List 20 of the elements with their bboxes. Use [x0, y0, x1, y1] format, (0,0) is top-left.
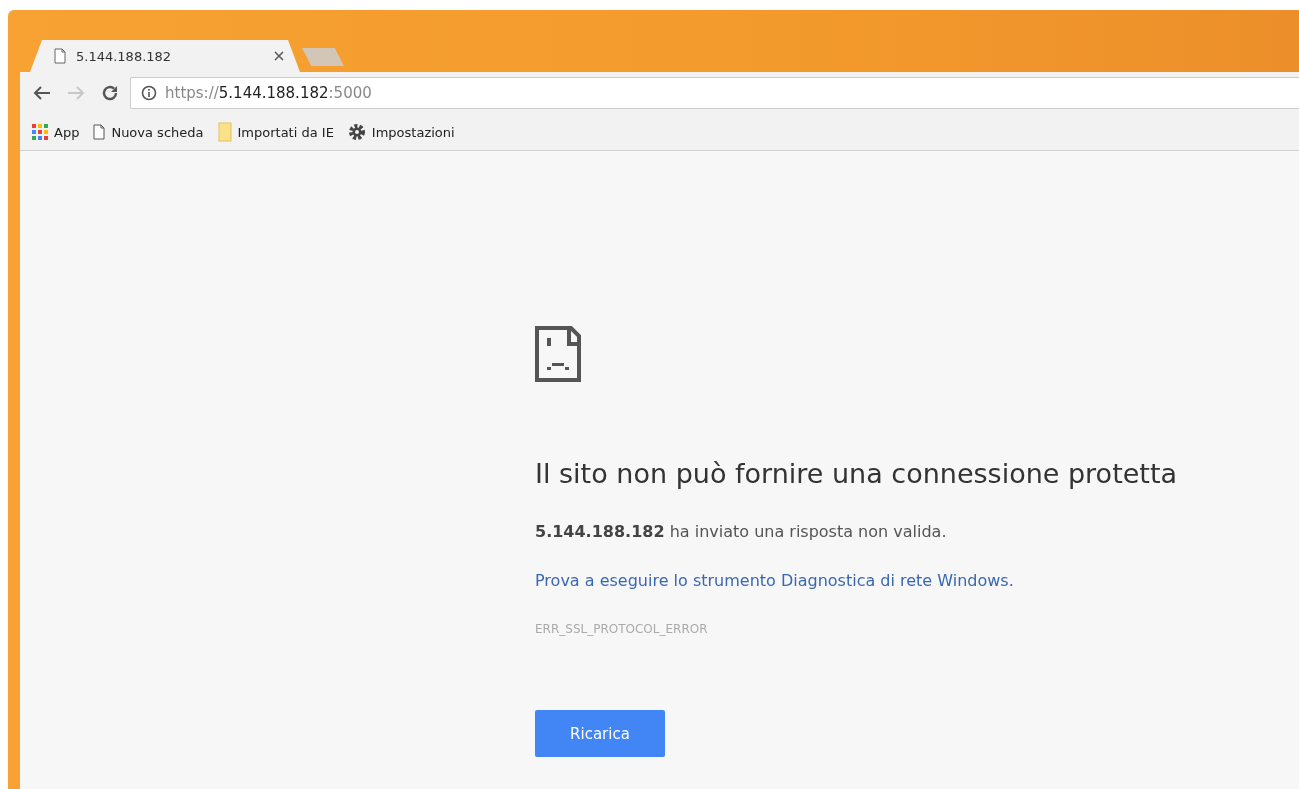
bookmark-item[interactable]: Nuova scheda — [93, 124, 204, 140]
url-text: https://5.144.188.182:5000 — [165, 84, 372, 102]
browser-tab[interactable]: 5.144.188.182 — [30, 40, 300, 72]
bookmark-item[interactable]: Importati da IE — [217, 122, 334, 142]
page-icon — [54, 48, 66, 64]
error-code: ERR_SSL_PROTOCOL_ERROR — [535, 622, 709, 636]
close-icon[interactable] — [274, 51, 284, 61]
reload-button[interactable]: Ricarica — [535, 710, 665, 757]
bookmark-item[interactable]: App — [32, 124, 80, 140]
sad-page-icon — [535, 326, 581, 382]
gear-icon — [347, 123, 366, 141]
folder-icon — [217, 122, 232, 142]
apps-grid-icon — [32, 124, 48, 140]
info-icon — [141, 85, 157, 101]
address-bar[interactable]: https://5.144.188.182:5000 — [130, 77, 1299, 109]
diagnostics-link[interactable]: Prova a eseguire lo strumento Diagnostica di rete Windows. — [535, 571, 1014, 590]
error-heading: Il sito non può fornire una connessione protetta — [535, 458, 1179, 489]
page-icon — [93, 124, 106, 140]
error-message: 5.144.188.182 ha inviato una risposta non valida. — [535, 522, 948, 541]
bookmark-item[interactable]: Impostazioni — [347, 123, 455, 141]
